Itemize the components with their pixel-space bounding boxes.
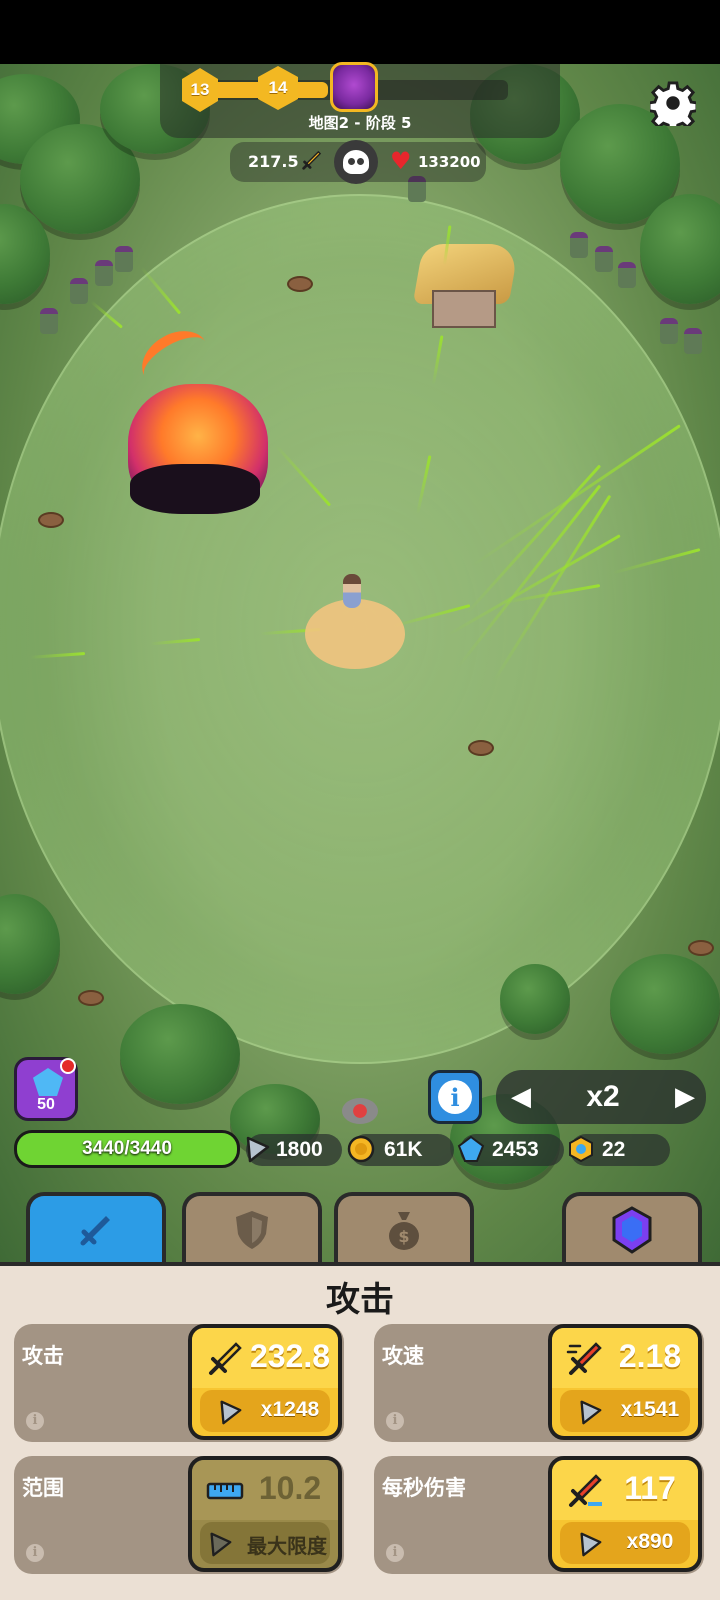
upgrade-value: 232.8 bbox=[249, 1338, 331, 1374]
stone-icon bbox=[246, 1136, 270, 1163]
tree-stump bbox=[78, 990, 104, 1006]
money-bag-icon: $ bbox=[389, 1212, 419, 1250]
tree bbox=[0, 894, 60, 994]
upgrade-value: 10.2 bbox=[258, 1470, 322, 1506]
tab-defense[interactable] bbox=[182, 1192, 322, 1264]
tab-economy[interactable]: $ bbox=[334, 1192, 474, 1264]
stone-icon bbox=[210, 1532, 232, 1557]
boss-portrait-icon bbox=[330, 62, 378, 112]
tree bbox=[500, 964, 570, 1034]
gold-coin-icon bbox=[347, 1135, 375, 1163]
shield-icon bbox=[236, 1211, 268, 1249]
spike-trap-icon bbox=[342, 1098, 378, 1124]
info-icon[interactable]: i bbox=[386, 1412, 404, 1430]
upgrade-name: 攻速 bbox=[382, 1344, 424, 1368]
gem-offer-count: 50 bbox=[37, 1096, 55, 1113]
player-hp-text: 3440/3440 bbox=[82, 1138, 172, 1159]
goblin-enemy bbox=[95, 260, 113, 286]
upgrade-name: 攻击 bbox=[22, 1344, 64, 1368]
goblin-enemy bbox=[660, 318, 678, 344]
info-icon[interactable]: i bbox=[26, 1544, 44, 1562]
info-icon[interactable]: i bbox=[386, 1544, 404, 1562]
ruler-icon bbox=[206, 1482, 244, 1500]
goblin-enemy bbox=[70, 278, 88, 304]
heart-icon: ♥ bbox=[390, 147, 412, 175]
hero-ground-patch bbox=[305, 599, 405, 669]
upgrade-value: 117 bbox=[624, 1470, 676, 1506]
goblin-enemy bbox=[618, 262, 636, 288]
upgrade-name: 每秒伤害 bbox=[382, 1476, 466, 1500]
tree-stump bbox=[468, 740, 494, 756]
attack-power-value: 217.5 bbox=[248, 152, 299, 171]
skull-icon bbox=[334, 140, 378, 184]
sword-icon bbox=[209, 1342, 242, 1375]
info-button[interactable]: i bbox=[428, 1070, 482, 1124]
crystal-icon bbox=[612, 1206, 652, 1254]
sword-icon bbox=[80, 1216, 110, 1246]
speed-decrease-button[interactable]: ◀ bbox=[504, 1078, 538, 1116]
blue-gem-icon bbox=[457, 1135, 485, 1162]
svg-text:$: $ bbox=[398, 1227, 409, 1246]
fast-sword-icon bbox=[566, 1342, 602, 1375]
upgrade-cost: x1248 bbox=[260, 1398, 320, 1421]
info-icon[interactable]: i bbox=[26, 1412, 44, 1430]
smoke-effect bbox=[130, 464, 260, 514]
tree bbox=[120, 1004, 240, 1104]
sword-icon bbox=[302, 150, 322, 170]
tab-attack[interactable] bbox=[26, 1192, 166, 1264]
gear-icon[interactable] bbox=[650, 80, 696, 126]
upgrade-cost: x1541 bbox=[620, 1398, 680, 1421]
enemy-hp-value: 133200 bbox=[418, 153, 481, 171]
gem-icon bbox=[33, 1068, 63, 1096]
stone-icon bbox=[220, 1400, 242, 1425]
goblin-enemy bbox=[684, 328, 702, 354]
panel-title: 攻击 bbox=[326, 1280, 394, 1320]
attack-upgrade-button[interactable]: 232.8 x1248 bbox=[188, 1324, 342, 1440]
status-bar bbox=[0, 0, 720, 64]
upgrade-value: 2.18 bbox=[618, 1338, 682, 1374]
player-hp-bar: 3440/3440 bbox=[14, 1130, 240, 1168]
upgrade-name: 范围 bbox=[22, 1476, 64, 1500]
tree-stump bbox=[38, 512, 64, 528]
attack-speed-upgrade-button[interactable]: 2.18 x1541 bbox=[548, 1324, 702, 1440]
stone-icon bbox=[580, 1532, 602, 1557]
dps-sword-icon bbox=[569, 1474, 602, 1507]
token-icon bbox=[569, 1135, 593, 1163]
upgrade-cost: x890 bbox=[626, 1530, 674, 1553]
info-icon: i bbox=[438, 1080, 472, 1114]
range-upgrade-button[interactable]: 10.2 最大限度 bbox=[188, 1456, 342, 1572]
goblin-enemy bbox=[570, 232, 588, 258]
goblin-enemy bbox=[40, 308, 58, 334]
thatched-house bbox=[412, 244, 520, 328]
upgrade-cost: 最大限度 bbox=[247, 1534, 327, 1558]
stone-icon bbox=[580, 1400, 602, 1425]
stage-label: 地图2 - 阶段 5 bbox=[308, 114, 412, 132]
tree-stump bbox=[287, 276, 313, 292]
tree-stump bbox=[688, 940, 714, 956]
dps-upgrade-button[interactable]: 117 x890 bbox=[548, 1456, 702, 1572]
tab-gems[interactable] bbox=[562, 1192, 702, 1264]
game-speed-value: x2 bbox=[586, 1080, 620, 1113]
speed-increase-button[interactable]: ▶ bbox=[668, 1078, 702, 1116]
notification-dot bbox=[60, 1058, 76, 1074]
goblin-enemy bbox=[595, 246, 613, 272]
tree bbox=[610, 954, 720, 1054]
hero-character bbox=[343, 574, 361, 608]
goblin-enemy bbox=[115, 246, 133, 272]
